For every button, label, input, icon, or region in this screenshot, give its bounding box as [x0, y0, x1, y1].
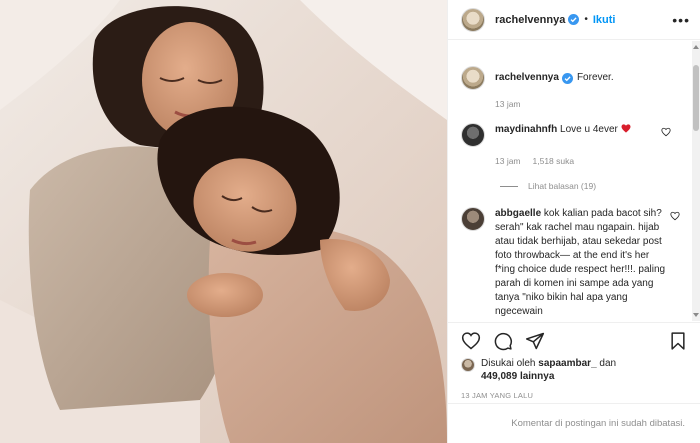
comment-username[interactable]: abbgaelle	[495, 208, 541, 219]
likes-text: Disukai oleh sapaambar_ dan 449,089 lain…	[481, 357, 651, 383]
author-username[interactable]: rachelvennya	[495, 14, 565, 26]
bookmark-icon[interactable]	[668, 331, 688, 351]
liker-username[interactable]: sapaambar_	[538, 358, 596, 369]
post-side-panel: rachelvennya • Ikuti ••• rachelvennya Fo…	[447, 0, 700, 443]
scroll-down-arrow-icon[interactable]	[693, 313, 699, 317]
comment-item: abbgaelle kok kalian pada bacot sih? ser…	[448, 207, 693, 319]
comment-avatar[interactable]	[461, 207, 485, 231]
comments-restricted-notice: Komentar di postingan ini sudah dibatasi…	[448, 403, 700, 443]
comment-avatar[interactable]	[461, 123, 485, 147]
verified-badge-icon	[568, 14, 580, 25]
caption-time: 13 jam	[495, 99, 521, 109]
heart-outline-icon[interactable]	[461, 331, 481, 351]
comment-item: maydinahnfh Love u 4ever	[448, 123, 693, 147]
comment-text: kok kalian pada bacot sih? serah" kak ra…	[495, 208, 666, 317]
post-photo[interactable]	[0, 0, 447, 443]
comment-time: 13 jam	[495, 156, 521, 166]
verified-badge-icon	[561, 72, 573, 84]
separator-dot: •	[584, 14, 588, 25]
likes-summary[interactable]: Disukai oleh sapaambar_ dan 449,089 lain…	[461, 357, 651, 383]
caption-text: Forever.	[576, 72, 614, 83]
caption-username[interactable]: rachelvennya	[495, 71, 559, 85]
post-timestamp[interactable]: 13 JAM YANG LALU	[461, 391, 533, 400]
likes-count[interactable]: 449,089	[481, 371, 517, 382]
comment-text-block: maydinahnfh Love u 4ever	[495, 123, 631, 137]
likes-prefix: Disukai oleh	[481, 358, 536, 369]
scroll-up-arrow-icon[interactable]	[693, 45, 699, 49]
comment-bubble-icon[interactable]	[493, 331, 513, 351]
post-image-artwork	[0, 0, 447, 443]
comment-like-heart-icon[interactable]	[661, 127, 671, 137]
red-heart-emoji-icon	[621, 124, 631, 133]
comment-username[interactable]: maydinahnfh	[495, 124, 557, 135]
comment-text: Love u 4ever	[560, 124, 618, 135]
action-bar	[448, 322, 700, 358]
caption-meta: 13 jam	[495, 99, 693, 109]
comments-list[interactable]: rachelvennya Forever. 13 jam maydinahnfh…	[448, 41, 693, 321]
view-replies-button[interactable]: Lihat balasan (19)	[500, 181, 693, 191]
more-options-icon[interactable]: •••	[672, 12, 690, 28]
caption: rachelvennya Forever.	[448, 66, 693, 90]
caption-avatar[interactable]	[461, 66, 485, 90]
comment-like-heart-icon[interactable]	[670, 211, 680, 221]
scrollbar-thumb[interactable]	[693, 65, 699, 131]
author-avatar[interactable]	[461, 7, 485, 32]
follow-button[interactable]: Ikuti	[593, 14, 616, 26]
comments-scrollbar[interactable]	[692, 41, 700, 321]
replies-divider	[500, 185, 518, 187]
liker-avatar[interactable]	[461, 358, 475, 372]
comment-likes[interactable]: 1,518 suka	[533, 156, 575, 166]
post-header: rachelvennya • Ikuti •••	[448, 0, 700, 40]
caption-text-block: rachelvennya Forever.	[495, 66, 614, 90]
paper-plane-icon[interactable]	[525, 331, 545, 351]
likes-conjunction: dan	[599, 358, 617, 369]
view-replies-label: Lihat balasan (19)	[528, 181, 597, 191]
likes-suffix[interactable]: lainnya	[520, 371, 554, 382]
comment-meta: 13 jam 1,518 suka	[495, 156, 693, 166]
comment-text-block: abbgaelle kok kalian pada bacot sih? ser…	[495, 207, 670, 319]
